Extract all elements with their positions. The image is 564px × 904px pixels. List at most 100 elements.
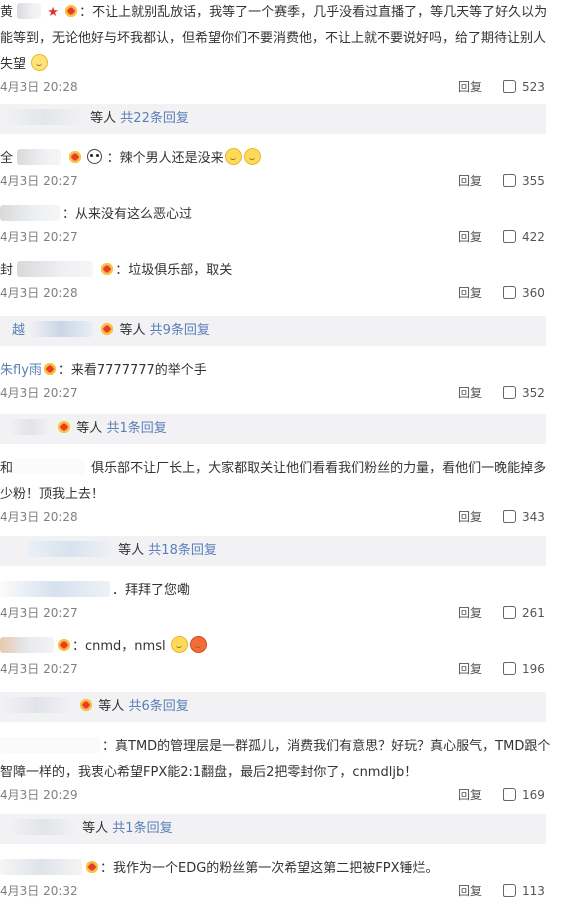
summary-prefix: 等人 [82, 821, 109, 836]
blurred-name [0, 581, 110, 597]
reply-button[interactable]: 回复 [458, 656, 482, 682]
comment-item: ：cnmd，nmsl 4月3日 20:27 回复 196 [0, 634, 564, 682]
reply-summary[interactable]: 越 等人 共9条回复 [0, 316, 546, 346]
comment-meta: 4月3日 20:28 回复 360 [0, 280, 564, 306]
like-button[interactable]: 113 [503, 878, 545, 904]
comment-item: 黄 ★ ：不让上就别乱放话，我等了一个赛季，几乎没看过直播了，等几天等了好久以为… [0, 0, 564, 100]
reply-button[interactable]: 回复 [458, 380, 482, 406]
reply-button[interactable]: 回复 [458, 782, 482, 808]
vip-crown-icon [43, 363, 57, 376]
comment-text-row: ：真TMD的管理层是一群孤儿，消费我们有意思？好玩？真心服气，TMD跟个智障一样… [0, 734, 564, 786]
blurred-name [28, 541, 112, 557]
vip-crown-icon [64, 5, 78, 18]
comment-content: ：辣个男人还是没来 [106, 151, 224, 166]
blurred-name [0, 205, 60, 221]
thumbs-up-icon [503, 510, 516, 523]
vip-crown-icon [57, 421, 71, 434]
vip-crown-icon [100, 263, 114, 276]
commenter-name[interactable]: 全 [0, 151, 13, 166]
like-button[interactable]: 360 [503, 280, 545, 306]
blurred-name [0, 737, 100, 753]
like-count: 352 [522, 386, 545, 400]
thumbs-up-icon [503, 174, 516, 187]
summary-link[interactable]: 共1条回复 [106, 421, 166, 436]
comment-text-row: 和 俱乐部不让厂长上，大家都取关让他们看看我们粉丝的力量，看他们一晚能掉多少粉！… [0, 456, 564, 508]
thumbs-up-icon [503, 662, 516, 675]
like-count: 523 [522, 80, 545, 94]
reply-summary[interactable]: 等人 共1条回复 [0, 414, 546, 444]
comment-time: 4月3日 20:32 [0, 884, 78, 898]
blurred-name [4, 109, 84, 125]
blurred-name [0, 859, 82, 875]
comment-meta: 4月3日 20:28 回复 343 [0, 504, 564, 530]
reply-summary[interactable]: 等人 共6条回复 [0, 692, 546, 722]
reply-button[interactable]: 回复 [458, 878, 482, 904]
summary-name[interactable]: 越 [12, 323, 25, 338]
comment-item: 封 ：垃圾俱乐部，取关 4月3日 20:28 回复 360 [0, 258, 564, 306]
commenter-name[interactable]: 封 [0, 263, 13, 278]
summary-link[interactable]: 共6条回复 [128, 699, 188, 714]
comment-time: 4月3日 20:28 [0, 286, 78, 300]
thumbs-up-icon [503, 386, 516, 399]
like-button[interactable]: 422 [503, 224, 545, 250]
comment-content: ：垃圾俱乐部，取关 [115, 263, 233, 278]
vip-crown-icon [57, 639, 71, 652]
comment-meta: 4月3日 20:27 回复 196 [0, 656, 564, 682]
blurred-name [17, 3, 42, 19]
like-button[interactable]: 523 [503, 74, 545, 100]
like-button[interactable]: 169 [503, 782, 545, 808]
like-button[interactable]: 196 [503, 656, 545, 682]
comment-item: ：真TMD的管理层是一群孤儿，消费我们有意思？好玩？真心服气，TMD跟个智障一样… [0, 734, 564, 808]
star-icon: ★ [47, 5, 59, 20]
blurred-name [0, 637, 54, 653]
blurred-name [10, 819, 76, 835]
like-count: 169 [522, 788, 545, 802]
commenter-name[interactable]: 和 [0, 461, 13, 476]
comment-content: ．拜拜了您嘞 [112, 583, 191, 598]
like-count: 422 [522, 230, 545, 244]
summary-link[interactable]: 共18条回复 [148, 543, 217, 558]
summary-prefix: 等人 [118, 543, 145, 558]
comment-meta: 4月3日 20:32 回复 113 [0, 878, 564, 904]
angry-face-icon [189, 636, 207, 653]
like-button[interactable]: 352 [503, 380, 545, 406]
like-button[interactable]: 343 [503, 504, 545, 530]
reply-button[interactable]: 回复 [458, 224, 482, 250]
commenter-name[interactable]: 朱fly雨 [0, 363, 42, 378]
reply-summary[interactable]: 等人 共22条回复 [0, 104, 546, 134]
summary-link[interactable]: 共22条回复 [120, 111, 189, 126]
thumbs-up-icon [503, 606, 516, 619]
summary-link[interactable]: 共1条回复 [112, 821, 172, 836]
like-count: 355 [522, 174, 545, 188]
commenter-name[interactable]: 黄 [0, 5, 13, 20]
comment-content: ：不让上就别乱放话，我等了一个赛季，几乎没看过直播了，等几天等了好久以为能等到，… [0, 5, 548, 72]
comment-meta: 4月3日 20:27 回复 261 [0, 600, 564, 626]
sad-face-icon [31, 54, 49, 71]
reply-summary[interactable]: 等人 共18条回复 [0, 536, 546, 566]
reply-button[interactable]: 回复 [458, 168, 482, 194]
reply-button[interactable]: 回复 [458, 280, 482, 306]
like-button[interactable]: 261 [503, 600, 545, 626]
comment-time: 4月3日 20:27 [0, 174, 78, 188]
comment-item: 全 ：辣个男人还是没来 4月3日 20:27 回复 355 [0, 146, 564, 194]
comment-meta: 4月3日 20:28 回复 523 [0, 74, 564, 100]
thumbs-up-icon [503, 884, 516, 897]
reply-button[interactable]: 回复 [458, 504, 482, 530]
vip-crown-icon [79, 699, 93, 712]
vip-crown-icon [68, 151, 82, 164]
like-count: 196 [522, 662, 545, 676]
comment-time: 4月3日 20:27 [0, 230, 78, 244]
summary-prefix: 等人 [98, 699, 125, 714]
like-button[interactable]: 355 [503, 168, 545, 194]
comment-time: 4月3日 20:28 [0, 510, 78, 524]
reply-button[interactable]: 回复 [458, 74, 482, 100]
reply-button[interactable]: 回复 [458, 600, 482, 626]
summary-link[interactable]: 共9条回复 [150, 323, 210, 338]
summary-prefix: 等人 [119, 323, 146, 338]
reply-summary[interactable]: 等人 共1条回复 [0, 814, 546, 844]
thumbs-up-icon [503, 230, 516, 243]
sad-face-icon [243, 148, 261, 165]
comment-time: 4月3日 20:27 [0, 606, 78, 620]
sad-face-icon [170, 636, 188, 653]
summary-prefix: 等人 [76, 421, 103, 436]
